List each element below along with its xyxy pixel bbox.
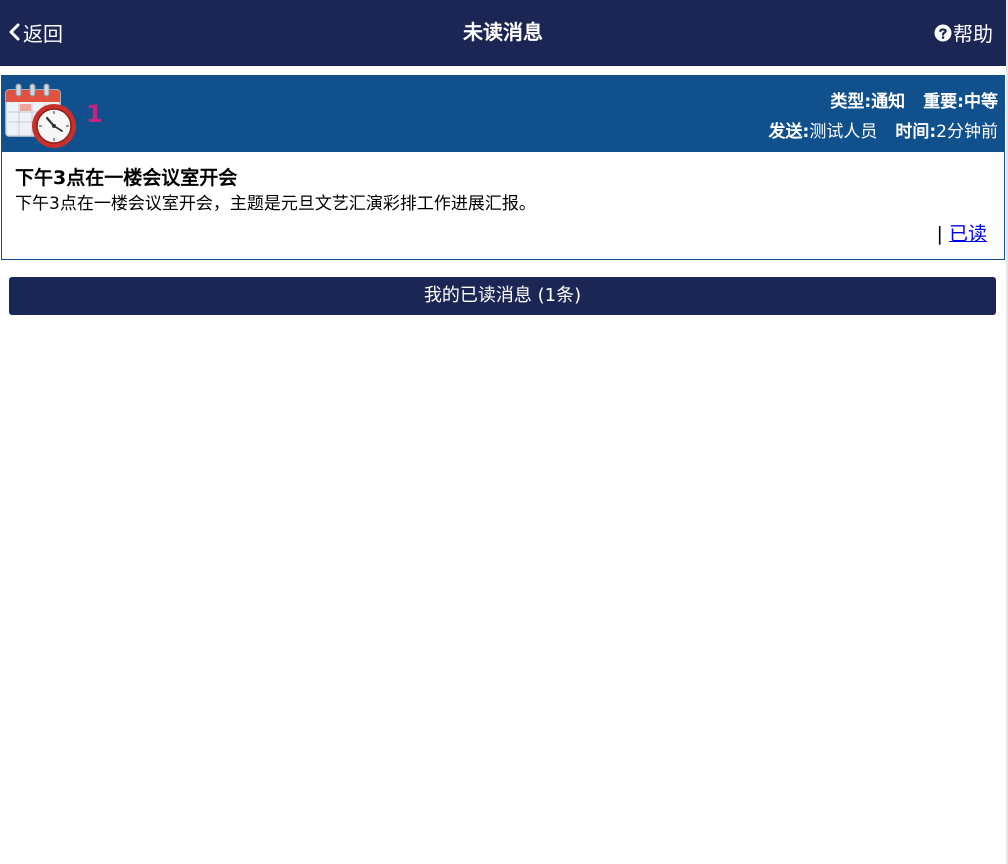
time-label: 时间: bbox=[895, 122, 937, 142]
time-value: 2分钟前 bbox=[936, 122, 998, 142]
message-index: 1 bbox=[86, 100, 103, 128]
back-button[interactable]: 返回 bbox=[6, 18, 63, 46]
importance-value: 中等 bbox=[964, 92, 998, 112]
message-card-header: 1 类型:通知 重要:中等 发送:测试人员 时间:2分钟前 bbox=[2, 76, 1004, 152]
message-card: 1 类型:通知 重要:中等 发送:测试人员 时间:2分钟前 下午3点在一楼会议室开会… bbox=[1, 75, 1005, 260]
message-body: 下午3点在一楼会议室开会，主题是元旦文艺汇演彩排工作进展汇报。 bbox=[15, 194, 536, 214]
type-value: 通知 bbox=[871, 92, 906, 112]
sender-label: 发送: bbox=[768, 122, 810, 142]
calendar-clock-icon bbox=[4, 78, 78, 150]
message-meta-row-1: 类型:通知 重要:中等 bbox=[830, 90, 998, 114]
chevron-left-icon bbox=[6, 18, 22, 46]
page: 返回 未读消息 帮助 1 类型:通知 重要:中等 发送:测试人员 时间:2分钟前… bbox=[0, 0, 1008, 864]
importance-label: 重要: bbox=[923, 92, 964, 112]
question-circle-icon bbox=[934, 23, 952, 42]
help-label: 帮助 bbox=[953, 21, 993, 46]
message-actions: | 已读 bbox=[937, 222, 987, 246]
page-title: 未读消息 bbox=[463, 20, 543, 44]
sender-value: 测试人员 bbox=[809, 122, 878, 142]
type-label: 类型: bbox=[830, 92, 872, 112]
back-label: 返回 bbox=[23, 21, 63, 46]
mark-read-link[interactable]: 已读 bbox=[949, 223, 987, 245]
action-separator: | bbox=[936, 223, 943, 245]
message-meta-row-2: 发送:测试人员 时间:2分钟前 bbox=[769, 120, 998, 144]
help-button[interactable]: 帮助 bbox=[934, 18, 993, 46]
read-messages-button[interactable]: 我的已读消息 (1条) bbox=[9, 277, 996, 315]
top-navigation-bar: 返回 未读消息 帮助 bbox=[0, 0, 1006, 66]
message-title: 下午3点在一楼会议室开会 bbox=[15, 167, 238, 189]
